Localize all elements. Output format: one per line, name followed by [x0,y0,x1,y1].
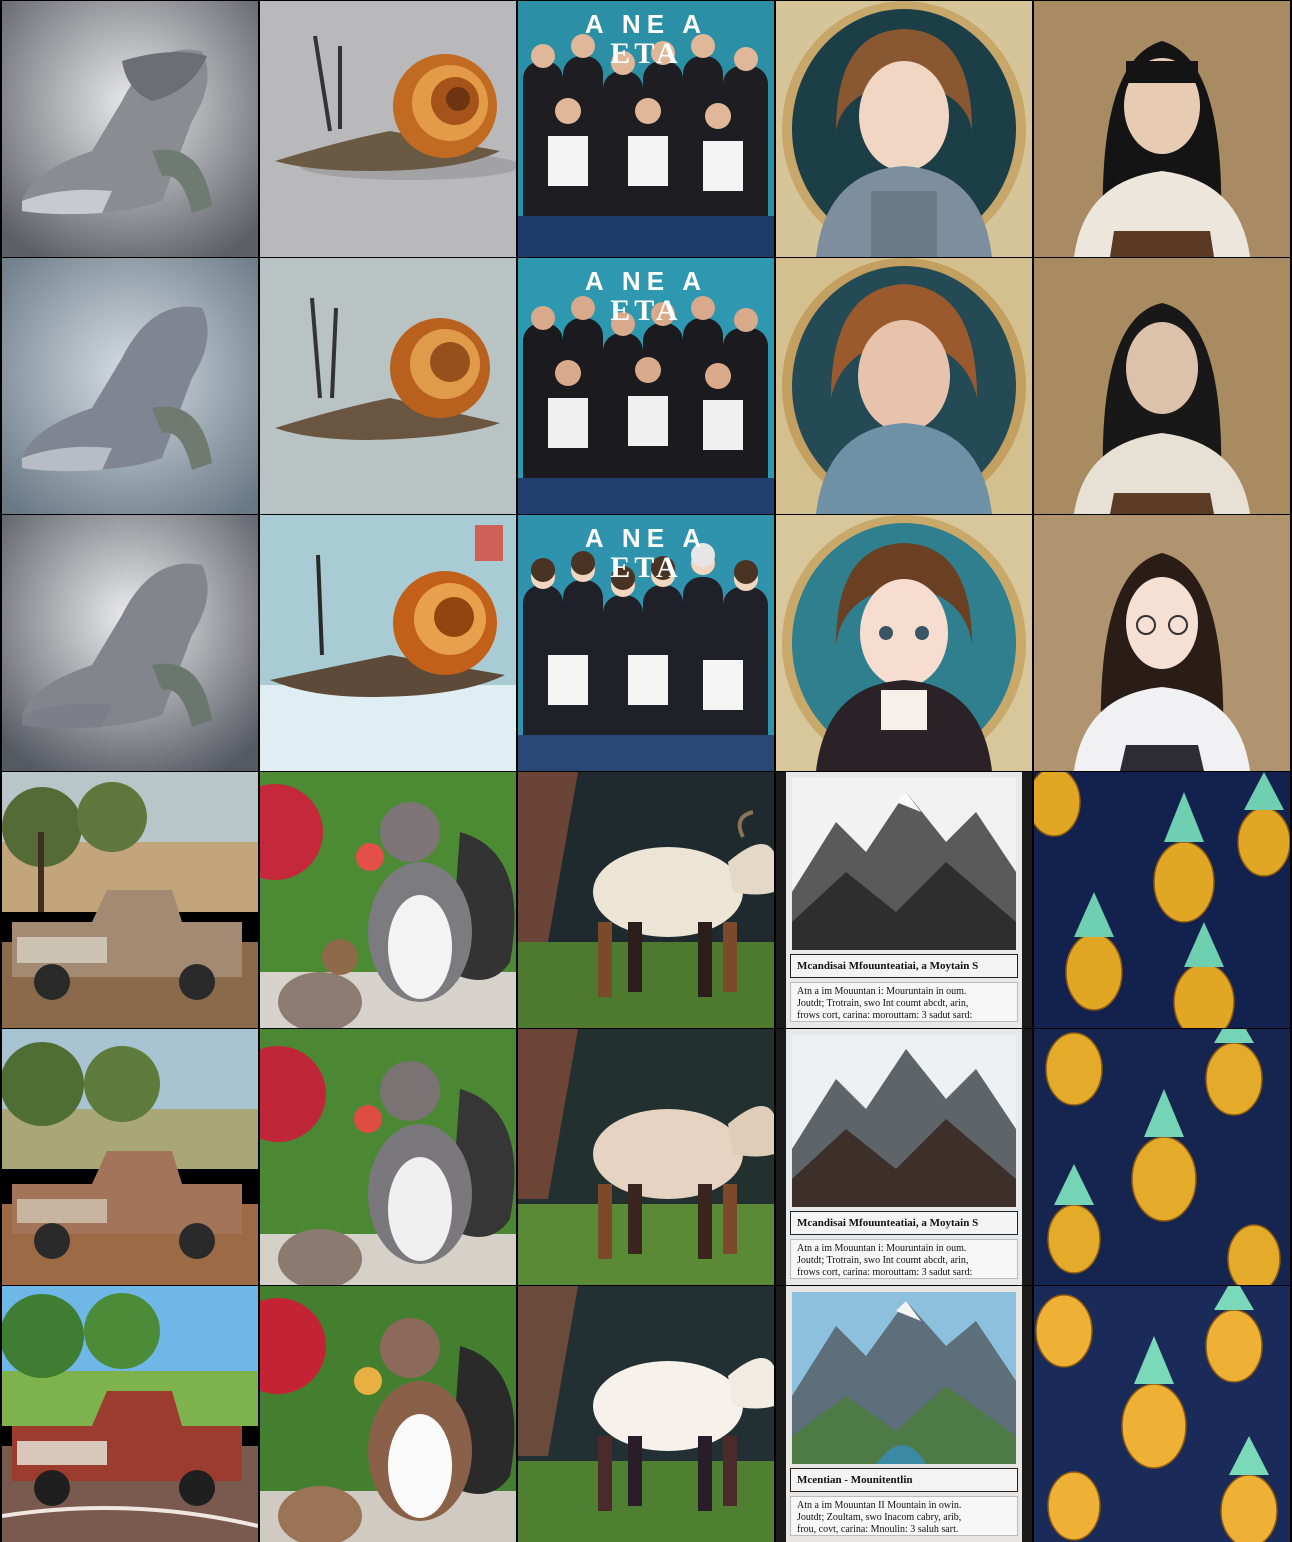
group-anime-image-variant-3: A NE A ETA [518,515,774,771]
poster-headline-variant-2: A NE A [584,266,708,296]
card-title-variant-3: Mcentian - Mounitentlin [790,1468,1018,1492]
sock-shoe-image [2,1,258,257]
goat-image-variant-3 [518,1286,774,1542]
poster-headline: A NE A [584,9,708,39]
poster-headline-variant-3: A NE A [584,523,708,553]
image-grid: A NE A ETA A NE A ETA A NE A ETA Mcandis… [0,0,1292,1542]
pineapple-pattern-image-variant-2 [1034,1029,1290,1285]
sock-shoe-image-variant-3 [2,515,258,771]
squirrels-apple-image-variant-3 [260,1286,516,1542]
pineapple-pattern-image [1034,772,1290,1028]
girl-plain-portrait-image-variant-2 [1034,258,1290,514]
girl-oval-anime-image-variant-3 [776,515,1032,771]
pickup-truck-image-variant-3 [2,1286,258,1542]
sock-shoe-image-variant-2 [2,258,258,514]
card-text: Atn a im Mouuntan i: Mouruntain in oum. … [790,982,1018,1022]
card-text-variant-2: Atn a im Mouuntan i: Mouruntain in oum. … [790,1239,1018,1279]
mountain-card-image-variant-2: Mcandisai Mfouunteatiai, a Moytain S Atn… [776,1029,1032,1285]
card-text-variant-3: Atn a im Mouuntan II Mountain in owin. J… [790,1496,1018,1536]
card-title-variant-2: Mcandisai Mfouunteatiai, a Moytain S [790,1211,1018,1235]
poster-subheadline-variant-2: ETA [610,294,682,327]
poster-subheadline-variant-3: ETA [610,551,682,584]
poster-subheadline: ETA [610,37,682,70]
girl-oval-portrait-image-variant-2 [776,258,1032,514]
squirrels-apple-image [260,772,516,1028]
goat-image-variant-2 [518,1029,774,1285]
pickup-truck-image [2,772,258,1028]
snail-image-variant-3 [260,515,516,771]
snail-image-variant-2 [260,258,516,514]
girl-plain-anime-image-variant-3 [1034,515,1290,771]
squirrels-apple-image-variant-2 [260,1029,516,1285]
mountain-card-image-variant-3: Mcentian - Mounitentlin Atn a im Mouunta… [776,1286,1032,1542]
group-photo-image: A NE A ETA [518,1,774,257]
pineapple-pattern-image-variant-3 [1034,1286,1290,1542]
pickup-truck-image-variant-2 [2,1029,258,1285]
goat-image [518,772,774,1028]
card-title: Mcandisai Mfouunteatiai, a Moytain S [790,954,1018,978]
girl-oval-portrait-image [776,1,1032,257]
girl-plain-portrait-image [1034,1,1290,257]
group-photo-image-variant-2: A NE A ETA [518,258,774,514]
snail-image [260,1,516,257]
mountain-card-image: Mcandisai Mfouunteatiai, a Moytain S Atn… [776,772,1032,1028]
